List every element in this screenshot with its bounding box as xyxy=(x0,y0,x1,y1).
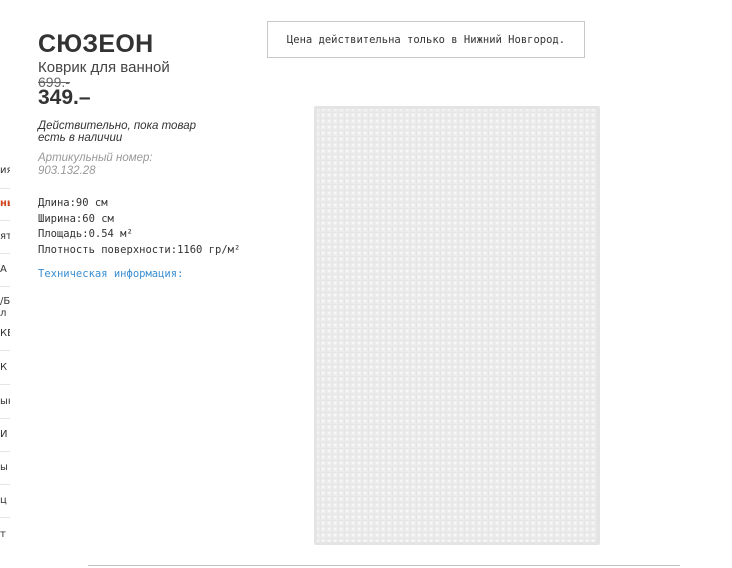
bg-nav-fragment[interactable]: А xyxy=(0,264,10,276)
bg-nav-fragment[interactable]: ны xyxy=(0,198,10,210)
bg-nav-fragment[interactable]: /Б xyxy=(0,296,10,308)
product-image xyxy=(314,106,600,545)
article-number: Артикульный номер: 903.132.28 xyxy=(38,152,153,177)
product-specs: Длина:90 см Ширина:60 см Площадь:0.54 м²… xyxy=(38,196,240,258)
divider xyxy=(0,220,10,221)
spec-area: Площадь:0.54 м² xyxy=(38,228,133,240)
bg-nav-fragment[interactable]: т xyxy=(0,529,10,541)
bg-nav-fragment[interactable]: И xyxy=(0,429,10,441)
divider xyxy=(0,253,10,254)
divider xyxy=(0,484,10,485)
divider xyxy=(0,384,10,385)
divider xyxy=(0,188,10,189)
bg-nav-fragment[interactable]: ы xyxy=(0,462,10,474)
divider xyxy=(0,517,10,518)
page-background-right xyxy=(680,0,732,568)
bg-nav-fragment[interactable]: ия xyxy=(0,165,10,177)
bg-nav-fragment[interactable]: КЕ xyxy=(0,328,10,340)
bg-nav-fragment[interactable]: л xyxy=(0,308,10,320)
bg-nav-fragment[interactable]: К xyxy=(0,362,10,374)
availability-note: Действительно, пока товар есть в наличии xyxy=(38,120,196,144)
notice-text: Цена действительна только в Нижний Новго… xyxy=(286,33,566,46)
bg-nav-fragment[interactable]: ын xyxy=(0,396,10,408)
price-region-notice: Цена действительна только в Нижний Новго… xyxy=(267,21,585,58)
divider xyxy=(0,286,10,287)
bg-nav-fragment[interactable]: ц xyxy=(0,495,10,507)
spec-length: Длина:90 см xyxy=(38,197,108,209)
divider xyxy=(0,418,10,419)
product-name: СЮЗЕОН xyxy=(38,30,154,58)
current-price: 349.– xyxy=(38,86,91,109)
bg-nav-fragment[interactable]: ят xyxy=(0,231,10,243)
popup-bottom-border xyxy=(88,565,680,566)
spec-density: Плотность поверхности:1160 гр/м² xyxy=(38,243,241,256)
divider xyxy=(0,350,10,351)
divider xyxy=(0,451,10,452)
spec-width: Ширина:60 см xyxy=(38,212,114,225)
product-popup: СЮЗЕОН Коврик для ванной 699.- 349.– Дей… xyxy=(10,0,680,568)
background-nav-strip: ия ны ят А /Б л КЕ К ын И ы ц т xyxy=(0,0,10,568)
technical-info-link[interactable]: Техническая информация: xyxy=(38,268,183,280)
